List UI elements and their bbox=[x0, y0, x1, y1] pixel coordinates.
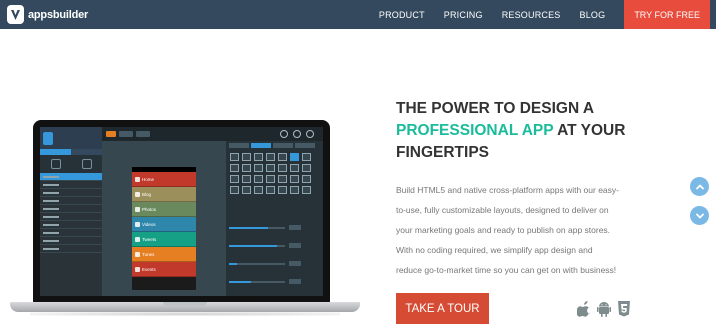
menu-item-icon bbox=[135, 251, 140, 257]
phone-menu-item: Tweets bbox=[132, 232, 196, 247]
html5-icon bbox=[617, 301, 631, 322]
menu-item-label: Home bbox=[142, 176, 155, 182]
top-nav: appsbuilder PRODUCT PRICING RESOURCES BL… bbox=[0, 0, 716, 29]
page: appsbuilder PRODUCT PRICING RESOURCES BL… bbox=[0, 0, 716, 324]
phone-menu-item: Blog bbox=[132, 187, 196, 202]
menu-item-label: Videos bbox=[142, 221, 156, 227]
menu-item-label: Blog bbox=[142, 191, 152, 197]
headline-accent: PROFESSIONAL APP bbox=[396, 122, 554, 139]
builder-sidebar bbox=[40, 127, 102, 296]
phone-menu-item: Tunes bbox=[132, 247, 196, 262]
apple-icon bbox=[576, 301, 591, 322]
menu-item-label: Photos bbox=[142, 206, 157, 212]
logo-mark-icon bbox=[7, 5, 24, 24]
builder-properties-panel bbox=[226, 141, 323, 296]
menu-item-icon bbox=[135, 266, 140, 272]
phone-menu-item: Home bbox=[132, 172, 196, 187]
phone-menu-item: Videos bbox=[132, 217, 196, 232]
nav-links: PRODUCT PRICING RESOURCES BLOG TRY FOR F… bbox=[379, 0, 716, 29]
laptop-lid: Home Blog Photos Videos Tweets Tunes Events bbox=[33, 120, 330, 303]
platform-icons bbox=[576, 301, 631, 322]
android-icon bbox=[597, 301, 611, 322]
menu-item-icon bbox=[135, 206, 140, 212]
nav-link-blog[interactable]: BLOG bbox=[580, 10, 606, 20]
builder-canvas: Home Blog Photos Videos Tweets Tunes Events bbox=[102, 141, 226, 296]
menu-item-label: Events bbox=[142, 266, 156, 272]
menu-item-icon bbox=[135, 176, 140, 182]
menu-item-icon bbox=[135, 236, 140, 242]
phone-menu-item: Events bbox=[132, 262, 196, 277]
laptop-mockup: Home Blog Photos Videos Tweets Tunes Events bbox=[10, 120, 360, 316]
menu-item-label: Tunes bbox=[142, 251, 155, 257]
menu-item-icon bbox=[135, 191, 140, 197]
scroll-up-button[interactable] bbox=[690, 177, 709, 196]
nav-link-pricing[interactable]: PRICING bbox=[444, 10, 483, 20]
hero-headline: THE POWER TO DESIGN A PROFESSIONAL APP A… bbox=[396, 100, 626, 161]
take-a-tour-button[interactable]: TAKE A TOUR bbox=[396, 293, 489, 324]
nav-link-resources[interactable]: RESOURCES bbox=[502, 10, 561, 20]
menu-item-icon bbox=[135, 221, 140, 227]
try-for-free-button[interactable]: TRY FOR FREE bbox=[624, 0, 710, 29]
logo-text: appsbuilder bbox=[28, 8, 89, 21]
scroll-down-button[interactable] bbox=[690, 206, 709, 225]
hero-body-copy: Build HTML5 and native cross-platform ap… bbox=[396, 185, 619, 275]
chevron-down-icon bbox=[695, 213, 704, 218]
phone-menu: Home Blog Photos Videos Tweets Tunes Events bbox=[132, 172, 196, 277]
logo[interactable]: appsbuilder bbox=[7, 5, 88, 24]
nav-link-product[interactable]: PRODUCT bbox=[379, 10, 425, 20]
phone-preview: Home Blog Photos Videos Tweets Tunes Events bbox=[132, 167, 196, 290]
chevron-up-icon bbox=[695, 184, 704, 189]
builder-toolbar bbox=[102, 127, 323, 141]
menu-item-label: Tweets bbox=[142, 236, 157, 242]
builder-screenshot: Home Blog Photos Videos Tweets Tunes Events bbox=[40, 127, 323, 296]
phone-menu-item: Photos bbox=[132, 202, 196, 217]
